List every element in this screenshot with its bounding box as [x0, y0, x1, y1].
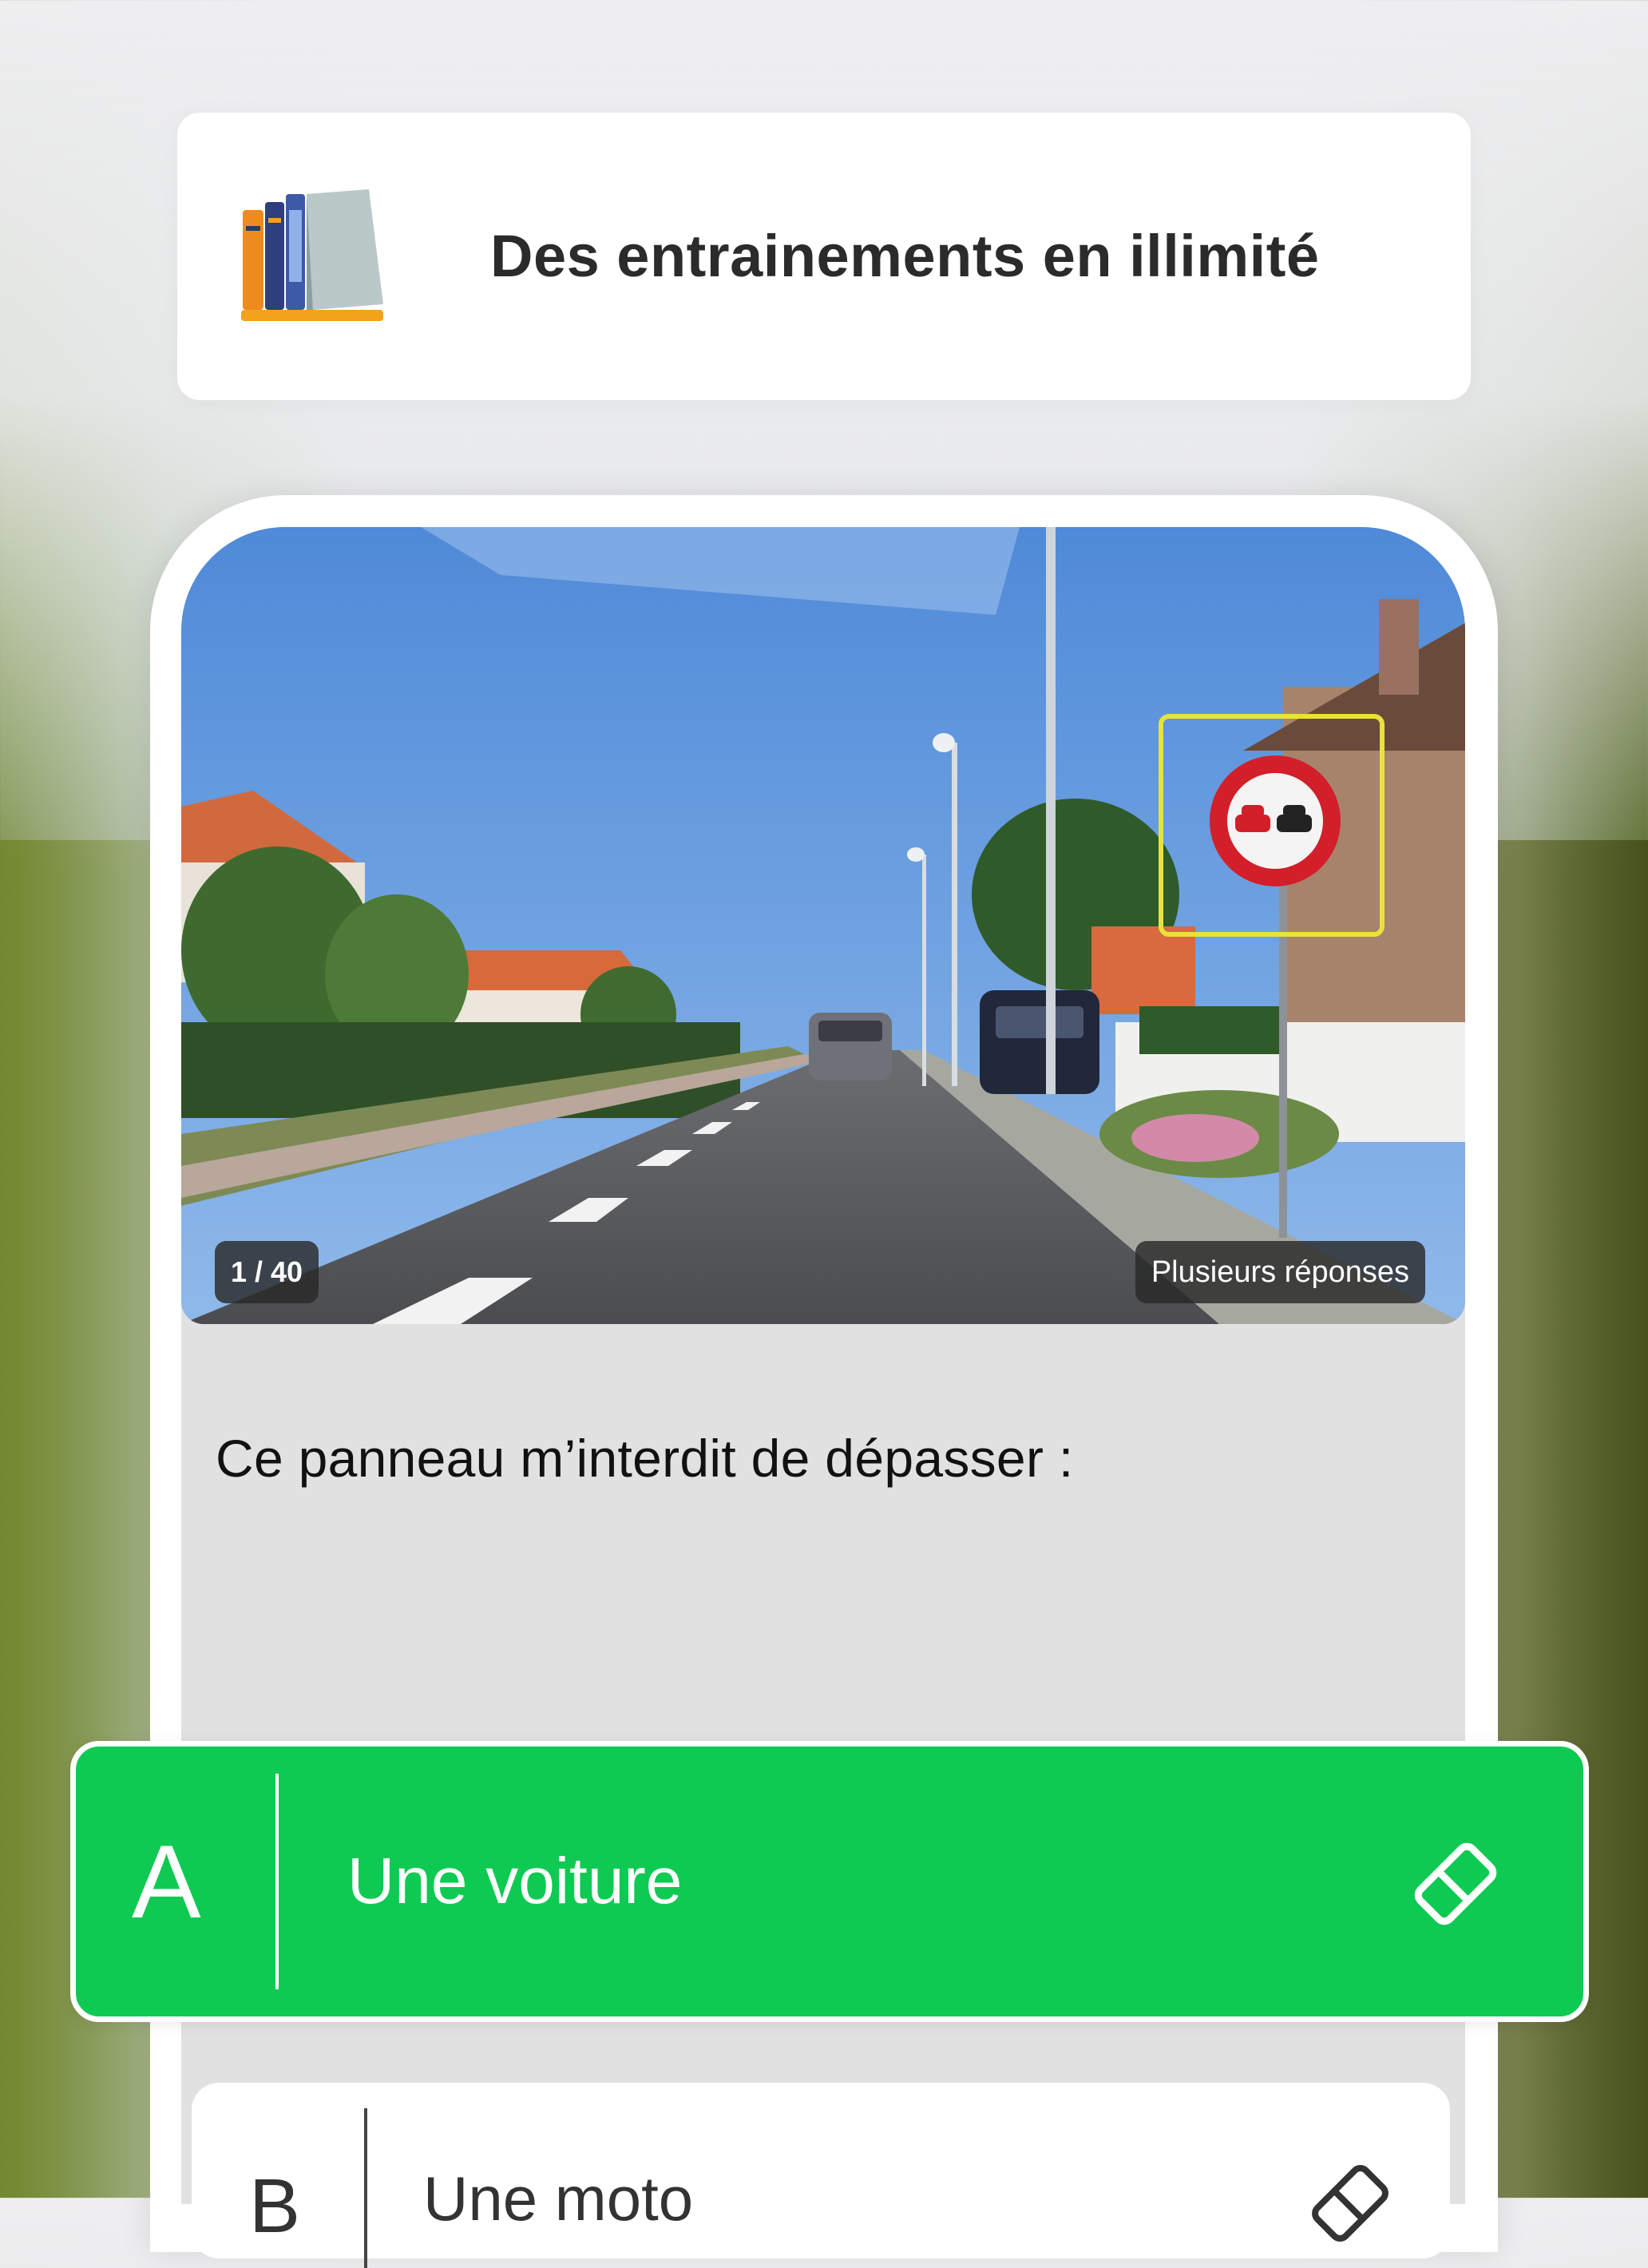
answer-label: Une voiture — [347, 1845, 683, 1917]
answer-divider — [364, 2108, 367, 2268]
books-icon — [241, 189, 383, 321]
answer-option-b[interactable]: B Une moto — [192, 2083, 1450, 2268]
question-photo — [181, 527, 1465, 1324]
answer-label: Une moto — [423, 2163, 694, 2234]
answer-letter: A — [132, 1823, 201, 1940]
eraser-icon[interactable] — [1408, 1836, 1503, 1932]
answer-letter: B — [249, 2163, 301, 2249]
question-text: Ce panneau m’interdit de dépasser : — [216, 1429, 1074, 1488]
banner-title: Des entrainements en illimité — [490, 223, 1320, 289]
question-type-badge: Plusieurs réponses — [1135, 1241, 1425, 1303]
answer-divider — [275, 1774, 279, 1989]
answer-option-a[interactable]: A Une voiture — [70, 1741, 1589, 2022]
question-progress-badge: 1 / 40 — [215, 1241, 319, 1303]
eraser-icon[interactable] — [1306, 2159, 1394, 2247]
feature-banner: Des entrainements en illimité — [177, 113, 1471, 400]
